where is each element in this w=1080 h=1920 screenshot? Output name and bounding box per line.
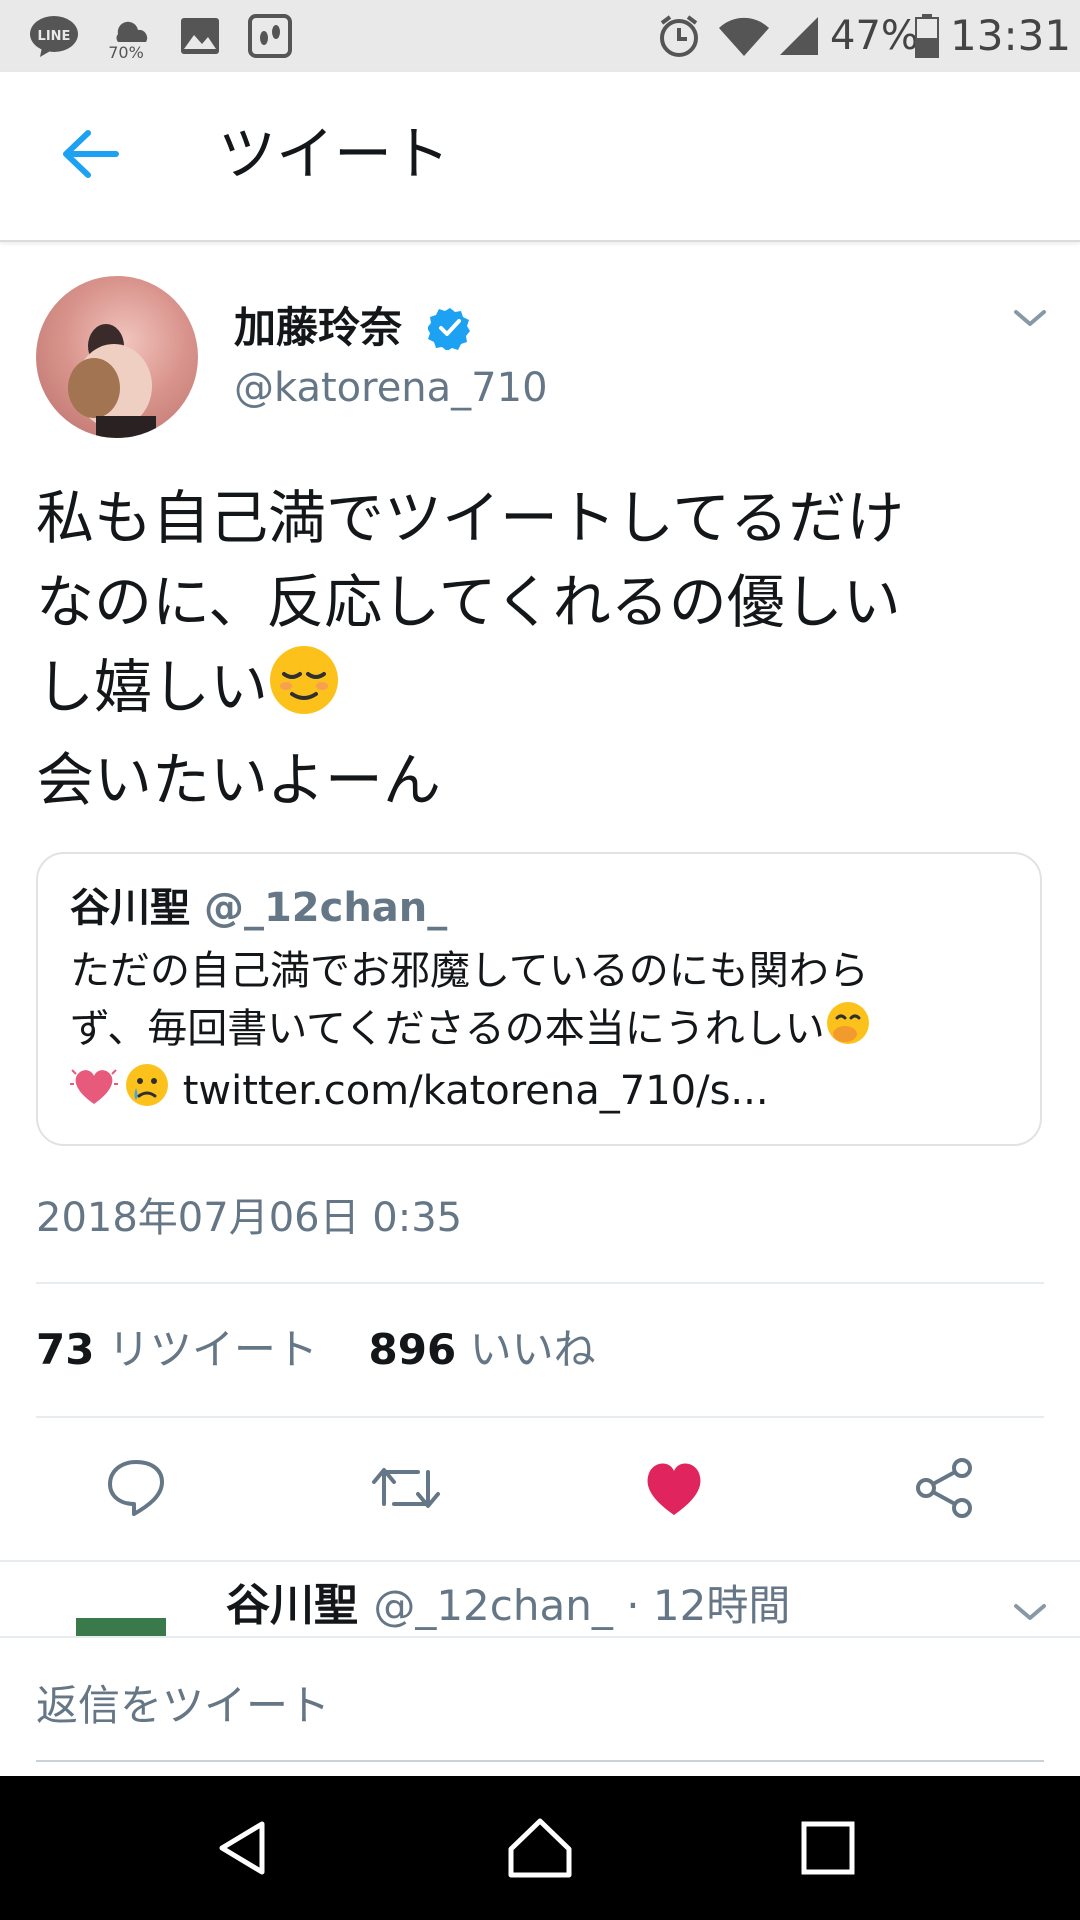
recents-square-icon <box>801 1821 855 1875</box>
share-button[interactable] <box>904 1452 984 1524</box>
quoted-tweet-link[interactable]: twitter.com/katorena_710/s... <box>183 1068 769 1114</box>
app-bar <box>0 72 1080 242</box>
quoted-tweet-author: 谷川聖 @_12chan_ <box>70 882 447 934</box>
retweet-label[interactable]: リツイート <box>108 1325 318 1374</box>
tweet-timestamp: 2018年07月06日 0:35 <box>36 1195 463 1241</box>
reply-author: 谷川聖 @_12chan_ · 12時間 <box>226 1576 790 1636</box>
reply-tweet-preview[interactable]: 谷川聖 @_12chan_ · 12時間 <box>0 1564 1080 1636</box>
like-button[interactable] <box>634 1452 714 1524</box>
display-name[interactable]: 加藤玲奈 <box>234 300 402 356</box>
battery-percent: 47% <box>830 13 919 59</box>
like-label[interactable]: いいね <box>470 1325 596 1374</box>
relieved-face-emoji-icon <box>268 644 340 738</box>
like-count[interactable]: 896 <box>369 1325 457 1374</box>
home-icon <box>508 1818 572 1878</box>
back-button[interactable] <box>48 112 132 196</box>
reply-meta: @_12chan_ · 12時間 <box>373 1581 791 1630</box>
quoted-text-line: ず、毎回書いてくださるの本当にうれしい <box>70 1006 825 1052</box>
tweet-stats: 73 リツイート 896 いいね <box>36 1322 596 1378</box>
retweet-count[interactable]: 73 <box>36 1325 94 1374</box>
wifi-icon <box>716 12 772 60</box>
tweet-text-line: 私も自己満でツイートしてるだけ <box>36 484 905 552</box>
verified-badge-icon <box>427 306 472 351</box>
back-arrow-icon <box>63 130 119 178</box>
quoted-handle: @_12chan_ <box>203 885 448 931</box>
triangle-back-icon <box>219 1821 265 1875</box>
retweet-icon <box>372 1468 440 1508</box>
clock: 13:31 <box>950 11 1072 60</box>
page-title: ツイート <box>218 120 451 188</box>
reply-avatar <box>76 1618 166 1636</box>
signal-icon <box>776 12 822 60</box>
divider <box>36 1282 1044 1284</box>
weather-icon: 70% <box>100 12 156 60</box>
reply-button[interactable] <box>96 1452 176 1524</box>
nav-recents-button[interactable] <box>788 1808 868 1888</box>
battery-icon <box>912 12 942 60</box>
tweet-text-line: なのに、反応してくれるの優しい <box>36 568 901 636</box>
crying-face-emoji-icon <box>124 1062 170 1124</box>
retweet-button[interactable] <box>366 1452 446 1524</box>
reply-icon <box>108 1460 164 1516</box>
svg-text:LINE: LINE <box>38 29 71 44</box>
input-underline <box>36 1760 1044 1762</box>
hand-over-mouth-emoji-icon <box>825 1000 871 1062</box>
reply-display-name: 谷川聖 <box>226 1580 358 1631</box>
quoted-text-line: ただの自己満でお邪魔しているのにも関わら <box>70 948 869 994</box>
tweet-text: 私も自己満でツイートしてるだけ なのに、反応してくれるの優しい し嬉しい 会いた… <box>36 476 1046 822</box>
nav-back-button[interactable] <box>202 1808 282 1888</box>
share-icon <box>916 1458 972 1518</box>
svg-text:70%: 70% <box>108 43 144 60</box>
reply-composer: 返信をツイート <box>0 1636 1080 1778</box>
tweet-text-line: 会いたいよーん <box>36 746 441 814</box>
quoted-tweet-card[interactable]: 谷川聖 @_12chan_ ただの自己満でお邪魔しているのにも関わら ず、毎回書… <box>36 852 1042 1146</box>
user-handle[interactable]: @katorena_710 <box>234 362 548 414</box>
navigation-bar <box>0 1776 1080 1920</box>
reply-menu-chevron-icon[interactable] <box>1000 1594 1060 1636</box>
quoted-display-name: 谷川聖 <box>70 885 190 931</box>
nav-home-button[interactable] <box>500 1808 580 1888</box>
alarm-icon <box>654 12 704 60</box>
status-bar: LINE 70% 47% 13:31 <box>0 0 1080 72</box>
reply-input[interactable]: 返信をツイート <box>36 1678 330 1734</box>
tweet-menu-chevron-icon[interactable] <box>1000 300 1060 340</box>
gallery-icon <box>176 12 224 60</box>
avatar[interactable] <box>36 276 198 438</box>
beating-heart-emoji-icon <box>70 1062 118 1124</box>
divider <box>36 1416 1044 1418</box>
line-app-icon: LINE <box>26 12 82 60</box>
quoted-tweet-text: ただの自己満でお邪魔しているのにも関わら ず、毎回書いてくださるの本当にうれしい… <box>70 942 1020 1124</box>
tweet-text-line: し嬉しい <box>36 653 269 722</box>
divider <box>0 1560 1080 1562</box>
heart-icon <box>647 1463 701 1515</box>
footsteps-icon <box>246 12 294 60</box>
